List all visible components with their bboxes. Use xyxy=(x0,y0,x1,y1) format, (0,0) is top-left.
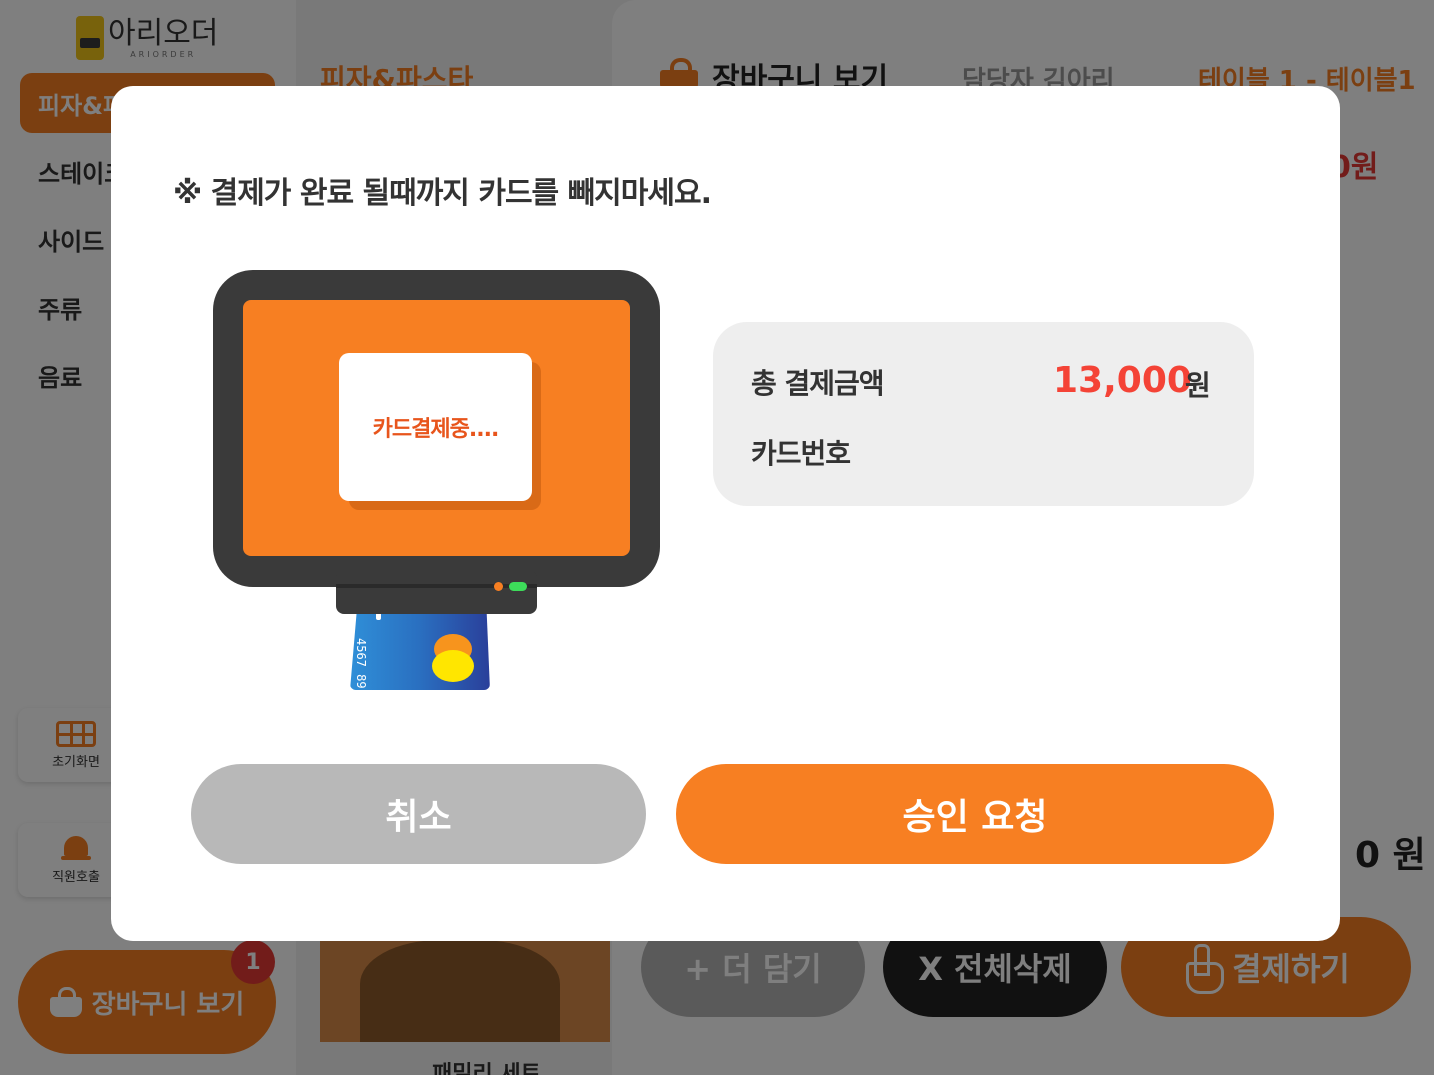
terminal-screen: 카드결제중.... xyxy=(243,300,630,556)
total-amount-label: 총 결제금액 xyxy=(751,367,885,400)
status-led-icon xyxy=(494,582,503,591)
card-number-print: 4567 8910 1112 xyxy=(354,638,368,740)
cancel-button[interactable]: 취소 xyxy=(191,764,646,864)
card-terminal-illustration: 카드결제중.... xyxy=(213,270,660,587)
total-amount-unit: 원 xyxy=(1185,369,1211,402)
payment-info-box: 총 결제금액 13,000 원 카드번호 xyxy=(713,322,1254,506)
approve-request-button[interactable]: 승인 요청 xyxy=(676,764,1274,864)
payment-modal: ※ 결제가 완료 될때까지 카드를 빼지마세요. 카드결제중.... 4567 … xyxy=(111,86,1340,941)
card-number-label: 카드번호 xyxy=(751,437,851,470)
payment-notice: ※ 결제가 완료 될때까지 카드를 빼지마세요. xyxy=(173,176,712,211)
total-amount-value: 13,000 xyxy=(1053,360,1192,401)
status-led-icon xyxy=(509,582,527,591)
payment-status-text: 카드결제중.... xyxy=(339,353,532,501)
card-slot xyxy=(336,570,537,614)
